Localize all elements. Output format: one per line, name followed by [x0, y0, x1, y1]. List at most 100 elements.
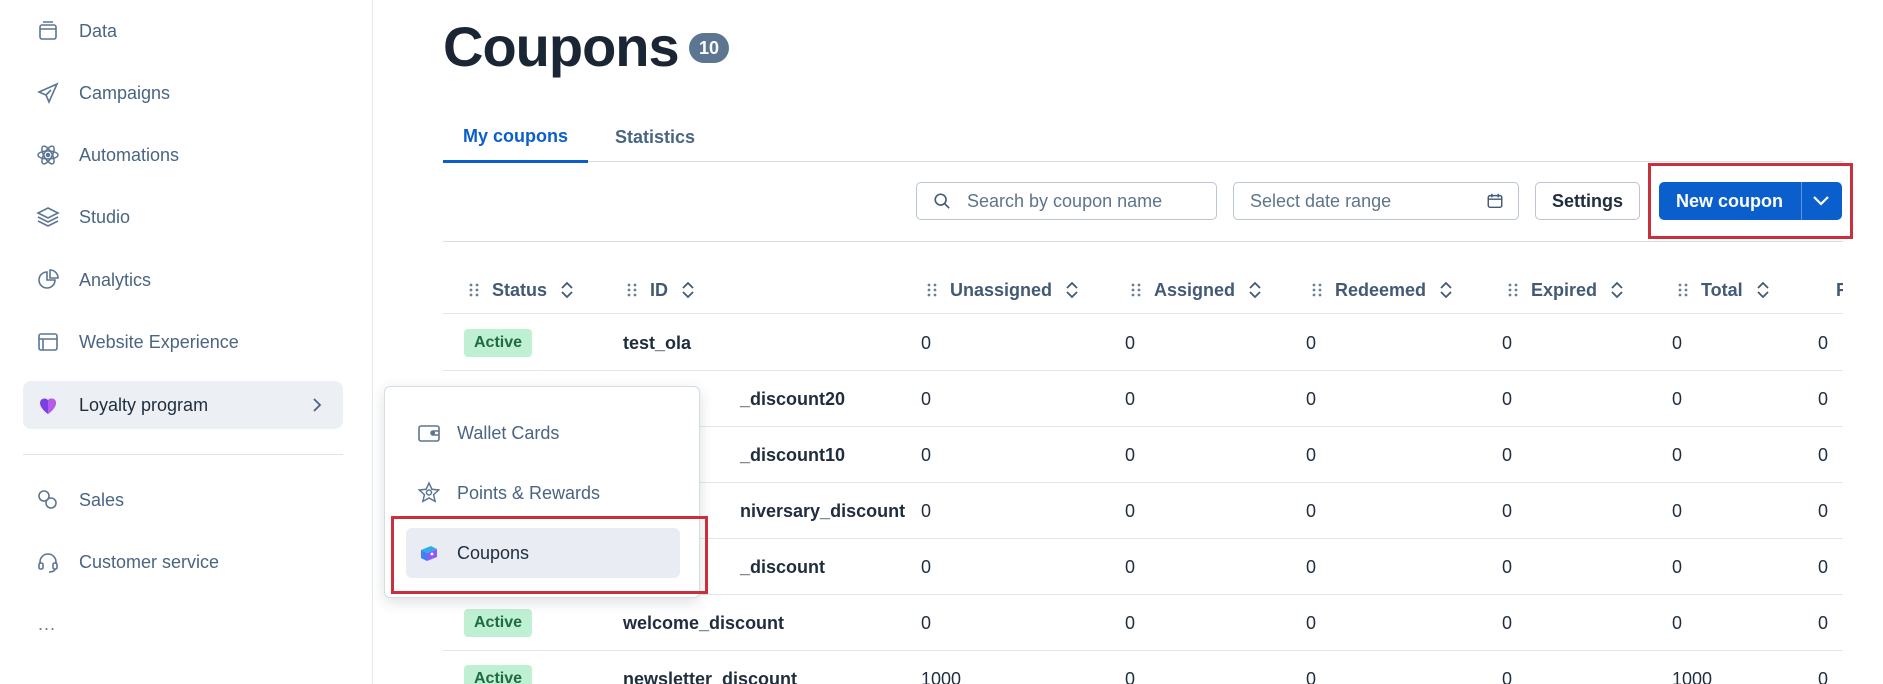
cell-assigned: 0 — [1125, 500, 1136, 521]
cell-expired: 0 — [1502, 388, 1513, 409]
chevron-down-icon[interactable] — [1810, 191, 1832, 211]
sidebar-item-campaigns[interactable]: Campaigns — [23, 69, 343, 117]
tab-statistics[interactable]: Statistics — [600, 112, 710, 162]
cell-total: 1000 — [1672, 668, 1713, 684]
tab-my-coupons[interactable]: My coupons — [443, 112, 588, 163]
flyout-item-wallet-cards[interactable]: Wallet Cards — [406, 408, 680, 458]
sidebar-item-label: Customer service — [79, 551, 220, 572]
new-coupon-label: New coupon — [1676, 190, 1783, 211]
cell-redeemed: 0 — [1306, 332, 1317, 353]
sidebar-item-label: Website Experience — [79, 331, 239, 352]
cell-assigned: 0 — [1125, 668, 1136, 684]
sort-icon[interactable] — [1247, 280, 1263, 300]
column-header-total[interactable]: Total — [1677, 266, 1771, 314]
table-row[interactable]: Active welcome_discount 0 0 0 0 0 0 — [443, 595, 1843, 651]
drag-handle-icon[interactable] — [926, 282, 938, 298]
coupon-id[interactable]: _discount — [740, 539, 825, 595]
cell-redeemed: 0 — [1306, 444, 1317, 465]
table-row[interactable]: Active test_ola 0 0 0 0 0 0 — [443, 315, 1843, 371]
chevron-right-icon — [313, 398, 322, 412]
paper-plane-icon — [33, 78, 63, 108]
flyout-item-label: Wallet Cards — [457, 422, 560, 443]
drag-handle-icon[interactable] — [1130, 282, 1142, 298]
column-label: R — [1836, 279, 1843, 300]
coupon-id[interactable]: newsletter_discount — [623, 651, 797, 684]
drag-handle-icon[interactable] — [468, 282, 480, 298]
sidebar-item-loyalty-program[interactable]: Loyalty program — [23, 381, 343, 429]
page-title: Coupons — [443, 15, 680, 78]
cell-redeemed: 0 — [1306, 556, 1317, 577]
sidebar-item-website-experience[interactable]: Website Experience — [23, 318, 343, 366]
drag-handle-icon[interactable] — [1507, 282, 1519, 298]
cell-unassigned: 0 — [921, 500, 932, 521]
sort-icon[interactable] — [1609, 280, 1625, 300]
coupon-id[interactable]: _discount10 — [740, 427, 845, 483]
cell-r: 0 — [1818, 556, 1829, 577]
loyalty-program-flyout: Wallet Cards Points & Rewards Coupons — [384, 386, 700, 598]
status-badge: Active — [464, 609, 533, 637]
cell-redeemed: 0 — [1306, 500, 1317, 521]
cell-unassigned: 0 — [921, 612, 932, 633]
pie-chart-icon — [33, 265, 63, 295]
sidebar-divider — [23, 454, 343, 455]
coupon-icon — [415, 539, 443, 567]
sort-icon[interactable] — [1755, 280, 1771, 300]
drag-handle-icon[interactable] — [1677, 282, 1689, 298]
drag-handle-icon[interactable] — [626, 282, 638, 298]
cell-r: 0 — [1818, 668, 1829, 684]
column-header-assigned[interactable]: Assigned — [1130, 266, 1263, 314]
calendar-icon[interactable] — [1486, 192, 1504, 210]
drag-handle-icon[interactable] — [1311, 282, 1323, 298]
sidebar-item-studio[interactable]: Studio — [23, 193, 343, 241]
atom-icon — [33, 140, 63, 170]
cell-redeemed: 0 — [1306, 612, 1317, 633]
cell-assigned: 0 — [1125, 444, 1136, 465]
table-row[interactable]: Active newsletter_discount 1000 0 0 0 10… — [443, 651, 1843, 684]
settings-button[interactable]: Settings — [1535, 182, 1640, 220]
sidebar-item-label: Sales — [79, 489, 125, 510]
search-input[interactable] — [967, 190, 1207, 212]
sidebar-item-sales[interactable]: Sales — [23, 476, 343, 524]
status-badge: Active — [464, 665, 533, 684]
coupon-id[interactable]: niversary_discount — [740, 483, 905, 539]
flyout-item-coupons[interactable]: Coupons — [406, 528, 680, 578]
column-header-unassigned[interactable]: Unassigned — [926, 266, 1080, 314]
date-range-input[interactable] — [1250, 190, 1470, 212]
cell-assigned: 0 — [1125, 612, 1136, 633]
coupon-id[interactable]: _discount20 — [740, 371, 845, 427]
sidebar-item-data[interactable]: Data — [23, 7, 343, 55]
status-badge: Active — [464, 329, 533, 357]
column-header-expired[interactable]: Expired — [1507, 266, 1625, 314]
sort-icon[interactable] — [1438, 280, 1454, 300]
column-label: ID — [650, 279, 668, 300]
column-header-redeemed[interactable]: Redeemed — [1311, 266, 1454, 314]
column-header-r[interactable]: R — [1824, 266, 1843, 314]
column-header-id[interactable]: ID — [626, 266, 696, 314]
sidebar-item-analytics[interactable]: Analytics — [23, 256, 343, 304]
column-header-status[interactable]: Status — [468, 266, 575, 314]
coupon-id[interactable]: test_ola — [623, 315, 691, 371]
sidebar-item-label: Analytics — [79, 269, 152, 290]
coupon-id[interactable]: welcome_discount — [623, 595, 784, 651]
column-label: Status — [492, 279, 548, 300]
column-label: Unassigned — [950, 279, 1053, 300]
flyout-item-label: Coupons — [457, 542, 530, 563]
sidebar-item-label: Studio — [79, 206, 131, 227]
cell-total: 0 — [1672, 388, 1683, 409]
sidebar-item-label: Automations — [79, 144, 180, 165]
sort-icon[interactable] — [559, 280, 575, 300]
sidebar-item-automations[interactable]: Automations — [23, 131, 343, 179]
flyout-item-points-rewards[interactable]: Points & Rewards — [406, 468, 680, 518]
search-field[interactable] — [916, 182, 1217, 220]
sidebar-item-customer-service[interactable]: Customer service — [23, 538, 343, 586]
more-menu-button[interactable]: ... — [38, 614, 56, 635]
sort-icon[interactable] — [680, 280, 696, 300]
star-badge-icon — [415, 479, 443, 507]
new-coupon-button[interactable]: New coupon — [1659, 182, 1842, 220]
cell-r: 0 — [1818, 332, 1829, 353]
heart-icon — [33, 390, 63, 420]
date-range-field[interactable] — [1233, 182, 1519, 220]
cell-expired: 0 — [1502, 500, 1513, 521]
sort-icon[interactable] — [1064, 280, 1080, 300]
sidebar-item-label: Data — [79, 20, 118, 41]
